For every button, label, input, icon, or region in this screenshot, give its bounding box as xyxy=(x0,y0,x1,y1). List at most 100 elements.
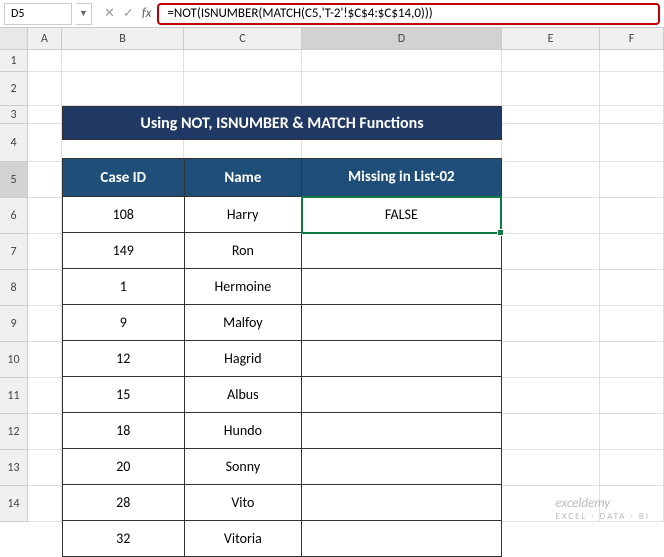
cell[interactable] xyxy=(28,378,62,414)
row-header-9[interactable]: 9 xyxy=(0,306,28,342)
row-header-13[interactable]: 13 xyxy=(0,450,28,486)
formula-bar[interactable]: =NOT(ISNUMBER(MATCH(C5,'T-2'!$C$4:$C$14,… xyxy=(157,3,660,25)
missing-cell[interactable] xyxy=(302,521,501,557)
cell[interactable] xyxy=(28,50,62,72)
caseid-cell[interactable]: 149 xyxy=(63,233,185,269)
row-header-2[interactable]: 2 xyxy=(0,72,28,106)
cell[interactable] xyxy=(28,414,62,450)
cell[interactable] xyxy=(600,234,664,270)
col-header-b[interactable]: B xyxy=(62,28,184,50)
fill-handle[interactable] xyxy=(497,229,504,236)
select-all-corner[interactable] xyxy=(0,28,28,50)
caseid-cell[interactable]: 108 xyxy=(63,197,185,233)
missing-cell[interactable]: FALSE xyxy=(302,197,501,233)
row-header-14[interactable]: 14 xyxy=(0,486,28,522)
name-cell[interactable]: Hermoine xyxy=(184,269,302,305)
cell[interactable] xyxy=(600,378,664,414)
caseid-cell[interactable]: 32 xyxy=(63,521,185,557)
row-header-1[interactable]: 1 xyxy=(0,50,28,72)
title-cell[interactable]: Using NOT, ISNUMBER & MATCH Functions xyxy=(62,106,502,140)
cell[interactable] xyxy=(28,270,62,306)
row-header-7[interactable]: 7 xyxy=(0,234,28,270)
caseid-cell[interactable]: 28 xyxy=(63,485,185,521)
caseid-cell[interactable]: 12 xyxy=(63,341,185,377)
missing-cell[interactable] xyxy=(302,269,501,305)
name-cell[interactable]: Vito xyxy=(184,485,302,521)
cell[interactable] xyxy=(502,414,600,450)
cell[interactable] xyxy=(600,306,664,342)
name-cell[interactable]: Vitoria xyxy=(184,521,302,557)
cell[interactable] xyxy=(28,72,62,106)
cell[interactable] xyxy=(600,50,664,72)
cell[interactable] xyxy=(184,50,302,72)
cell[interactable] xyxy=(28,450,62,486)
row-header-11[interactable]: 11 xyxy=(0,378,28,414)
cell[interactable] xyxy=(600,270,664,306)
cell[interactable] xyxy=(600,72,664,106)
cell[interactable] xyxy=(302,72,502,106)
row-header-10[interactable]: 10 xyxy=(0,342,28,378)
row-header-12[interactable]: 12 xyxy=(0,414,28,450)
name-cell[interactable]: Hundo xyxy=(184,413,302,449)
name-cell[interactable]: Malfoy xyxy=(184,305,302,341)
missing-cell[interactable] xyxy=(302,485,501,521)
name-cell[interactable]: Sonny xyxy=(184,449,302,485)
row-header-4[interactable]: 4 xyxy=(0,124,28,162)
name-cell[interactable]: Harry xyxy=(184,197,302,233)
missing-cell[interactable] xyxy=(302,413,501,449)
row-header-5[interactable]: 5 xyxy=(0,162,28,198)
cell[interactable] xyxy=(502,450,600,486)
col-header-f[interactable]: F xyxy=(600,28,664,50)
col-header-d[interactable]: D xyxy=(302,28,502,50)
cell[interactable] xyxy=(28,306,62,342)
cell[interactable] xyxy=(502,306,600,342)
cell[interactable] xyxy=(600,414,664,450)
cell[interactable] xyxy=(502,342,600,378)
cell[interactable] xyxy=(184,72,302,106)
name-cell[interactable]: Hagrid xyxy=(184,341,302,377)
header-caseid[interactable]: Case ID xyxy=(63,159,185,197)
cell[interactable] xyxy=(502,106,600,124)
caseid-cell[interactable]: 15 xyxy=(63,377,185,413)
cell[interactable] xyxy=(600,198,664,234)
cell[interactable] xyxy=(600,124,664,162)
missing-cell[interactable] xyxy=(302,341,501,377)
name-cell[interactable]: Albus xyxy=(184,377,302,413)
cell[interactable] xyxy=(502,50,600,72)
fx-icon[interactable]: fx xyxy=(142,6,152,21)
cell[interactable] xyxy=(302,50,502,72)
cell[interactable] xyxy=(28,106,62,124)
cell[interactable] xyxy=(600,162,664,198)
header-missing[interactable]: Missing in List-02 xyxy=(302,159,501,197)
cell[interactable] xyxy=(28,486,62,522)
name-box[interactable]: D5 xyxy=(4,3,72,25)
header-name[interactable]: Name xyxy=(184,159,302,197)
cell[interactable] xyxy=(600,106,664,124)
cancel-icon[interactable]: ✕ xyxy=(104,6,115,21)
cell[interactable] xyxy=(502,378,600,414)
cell[interactable] xyxy=(600,450,664,486)
cell[interactable] xyxy=(62,50,184,72)
missing-cell[interactable] xyxy=(302,233,501,269)
name-cell[interactable]: Ron xyxy=(184,233,302,269)
col-header-a[interactable]: A xyxy=(28,28,62,50)
col-header-e[interactable]: E xyxy=(502,28,600,50)
row-header-8[interactable]: 8 xyxy=(0,270,28,306)
missing-cell[interactable] xyxy=(302,449,501,485)
check-icon[interactable]: ✓ xyxy=(123,6,134,21)
cell[interactable] xyxy=(62,72,184,106)
cell[interactable] xyxy=(28,342,62,378)
cell[interactable] xyxy=(28,198,62,234)
cell[interactable] xyxy=(28,124,62,162)
missing-cell[interactable] xyxy=(302,305,501,341)
caseid-cell[interactable]: 1 xyxy=(63,269,185,305)
missing-cell[interactable] xyxy=(302,377,501,413)
cell[interactable] xyxy=(600,342,664,378)
cell[interactable] xyxy=(502,270,600,306)
cell[interactable] xyxy=(502,72,600,106)
cell[interactable] xyxy=(502,162,600,198)
cell[interactable] xyxy=(502,124,600,162)
caseid-cell[interactable]: 20 xyxy=(63,449,185,485)
row-header-3[interactable]: 3 xyxy=(0,106,28,124)
caseid-cell[interactable]: 9 xyxy=(63,305,185,341)
